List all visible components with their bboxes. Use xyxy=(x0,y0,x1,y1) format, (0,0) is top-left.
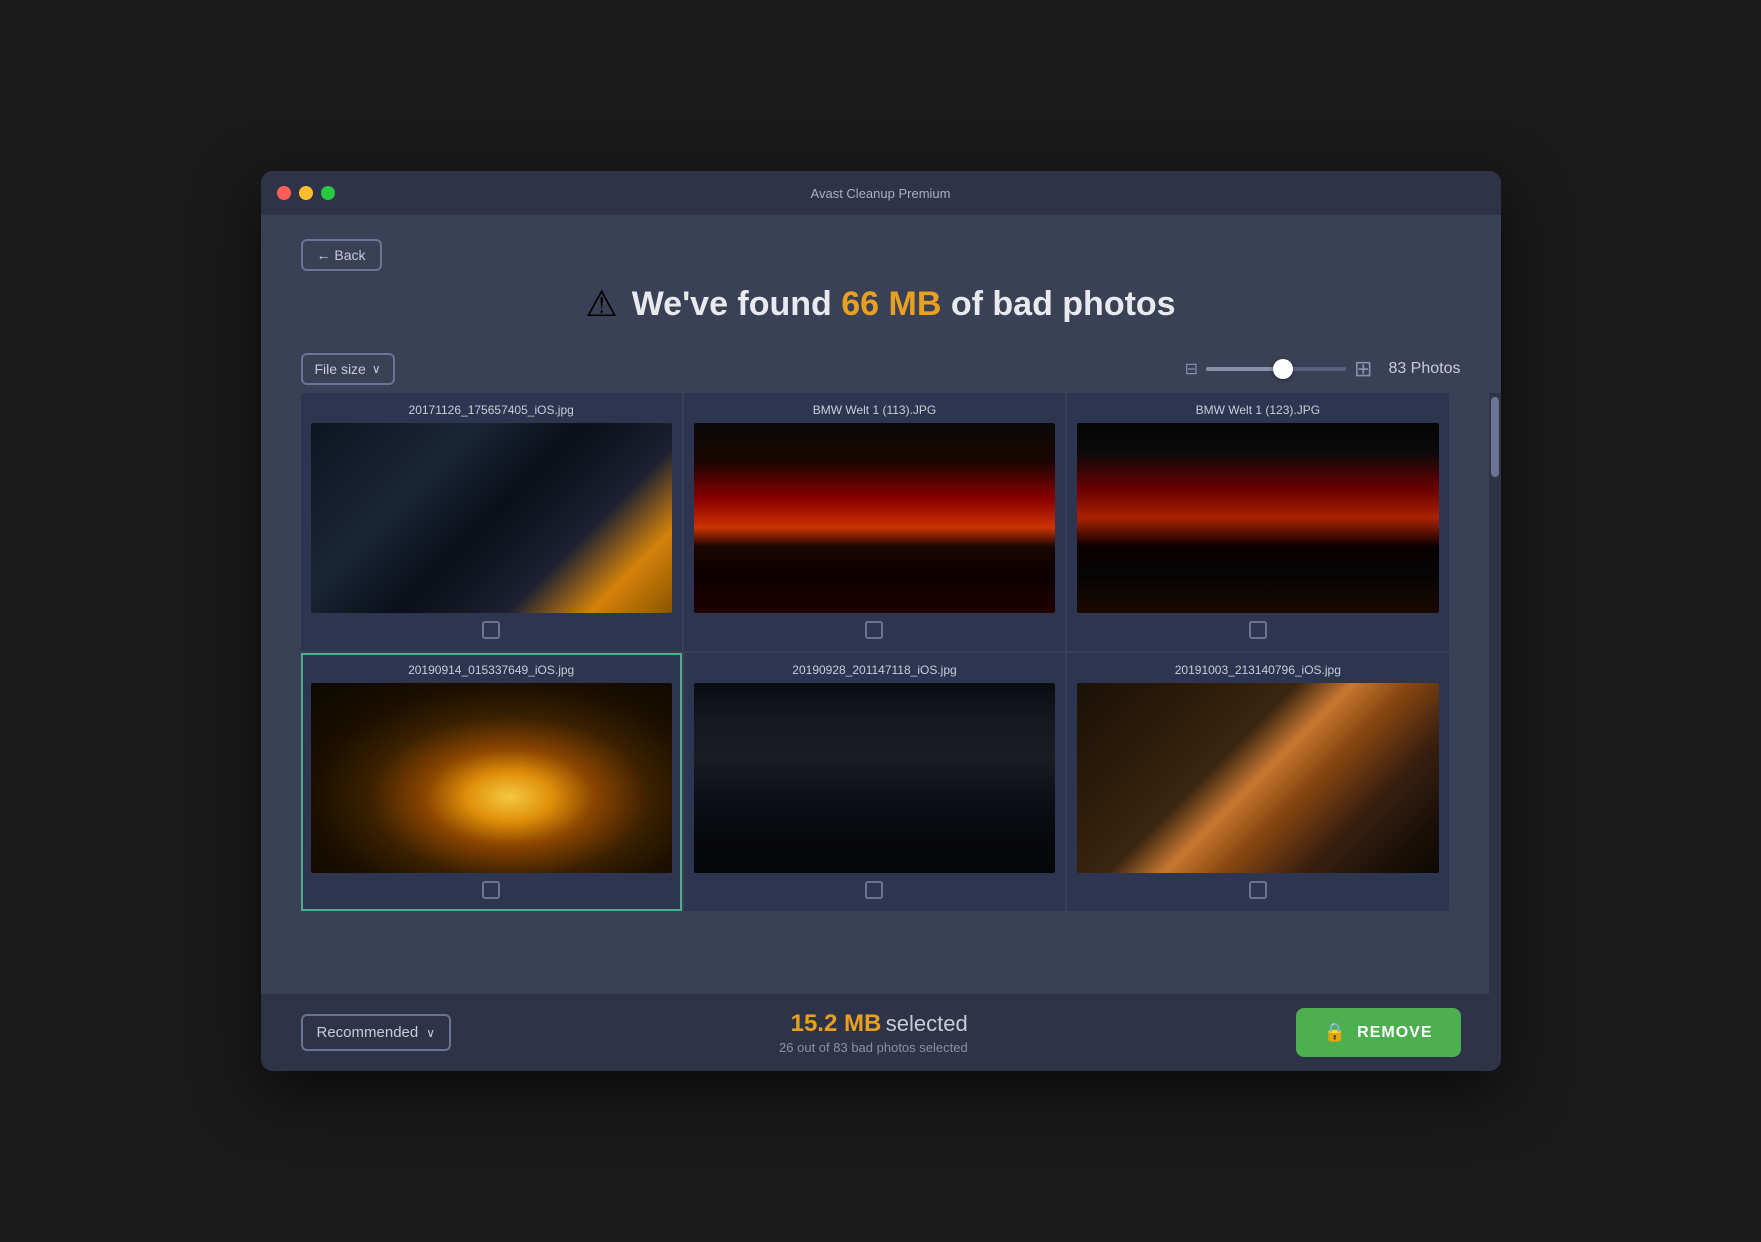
photo-card[interactable]: 20190928_201147118_iOS.jpg xyxy=(684,653,1065,911)
slider-fill xyxy=(1206,367,1283,371)
footer-selection-info: 15.2 MB selected 26 out of 83 bad photos… xyxy=(779,1010,968,1055)
chevron-down-icon: ∨ xyxy=(426,1026,435,1040)
photo-thumbnail xyxy=(311,423,672,613)
photo-checkbox[interactable] xyxy=(1249,621,1267,639)
photo-grid-wrapper: 20171126_175657405_iOS.jpg BMW Welt 1 (11… xyxy=(261,393,1489,994)
photo-filename: BMW Welt 1 (123).JPG xyxy=(1077,403,1438,417)
photo-checkbox[interactable] xyxy=(865,881,883,899)
photo-thumbnail xyxy=(311,683,672,873)
content-area: 20171126_175657405_iOS.jpg BMW Welt 1 (11… xyxy=(261,393,1501,994)
zoom-slider-area: ⊟ ⊞ xyxy=(1185,356,1373,382)
photo-count: 83 Photos xyxy=(1388,360,1460,378)
page-title: We've found 66 MB of bad photos xyxy=(632,285,1176,324)
scrollbar-thumb xyxy=(1491,397,1499,477)
toolbar: File size ∨ ⊟ ⊞ 83 Photos xyxy=(261,341,1501,393)
zoom-out-icon: ⊟ xyxy=(1185,359,1198,379)
scrollbar[interactable] xyxy=(1489,393,1501,994)
photo-checkbox[interactable] xyxy=(1249,881,1267,899)
close-button[interactable] xyxy=(277,186,291,200)
title-suffix: of bad photos xyxy=(941,285,1175,323)
app-window: Avast Cleanup Premium ← Back ⚠ We've fou… xyxy=(261,171,1501,1071)
photo-filename: 20191003_213140796_iOS.jpg xyxy=(1077,663,1438,677)
photo-checkbox[interactable] xyxy=(482,881,500,899)
chevron-down-icon: ∨ xyxy=(372,362,381,376)
photo-filename: 20190914_015337649_iOS.jpg xyxy=(311,663,672,677)
selected-text: selected xyxy=(886,1011,968,1036)
recommended-dropdown[interactable]: Recommended ∨ xyxy=(301,1014,452,1051)
photo-thumbnail xyxy=(694,683,1055,873)
photo-thumbnail xyxy=(694,423,1055,613)
photo-card[interactable]: 20190914_015337649_iOS.jpg xyxy=(301,653,682,911)
photo-thumbnail xyxy=(1077,683,1438,873)
page-title-row: ⚠ We've found 66 MB of bad photos xyxy=(301,283,1461,325)
zoom-slider[interactable] xyxy=(1206,367,1346,371)
photo-filename: 20190928_201147118_iOS.jpg xyxy=(694,663,1055,677)
header-area: ← Back ⚠ We've found 66 MB of bad photos xyxy=(261,215,1501,341)
remove-label: REMOVE xyxy=(1357,1024,1432,1042)
photo-grid: 20171126_175657405_iOS.jpg BMW Welt 1 (11… xyxy=(301,393,1449,911)
toolbar-right: ⊟ ⊞ 83 Photos xyxy=(1185,356,1461,382)
lock-icon: 🔒 xyxy=(1324,1022,1347,1043)
sort-dropdown[interactable]: File size ∨ xyxy=(301,353,395,385)
maximize-button[interactable] xyxy=(321,186,335,200)
photo-checkbox[interactable] xyxy=(865,621,883,639)
back-button[interactable]: ← Back xyxy=(301,239,382,271)
photo-filename: 20171126_175657405_iOS.jpg xyxy=(311,403,672,417)
photo-checkbox[interactable] xyxy=(482,621,500,639)
footer-bar: Recommended ∨ 15.2 MB selected 26 out of… xyxy=(261,994,1501,1071)
photo-card[interactable]: BMW Welt 1 (123).JPG xyxy=(1067,393,1448,651)
photo-card[interactable]: BMW Welt 1 (113).JPG xyxy=(684,393,1065,651)
main-content: ← Back ⚠ We've found 66 MB of bad photos… xyxy=(261,215,1501,994)
window-title: Avast Cleanup Premium xyxy=(811,186,951,201)
traffic-lights xyxy=(277,186,335,200)
photo-thumbnail xyxy=(1077,423,1438,613)
sort-label: File size xyxy=(315,361,366,377)
photo-card[interactable]: 20171126_175657405_iOS.jpg xyxy=(301,393,682,651)
photo-card[interactable]: 20191003_213140796_iOS.jpg xyxy=(1067,653,1448,911)
remove-button[interactable]: 🔒 REMOVE xyxy=(1296,1008,1461,1057)
title-bar: Avast Cleanup Premium xyxy=(261,171,1501,215)
selected-size: 15.2 MB xyxy=(791,1010,882,1037)
title-size: 66 MB xyxy=(841,285,941,323)
zoom-in-icon: ⊞ xyxy=(1354,356,1372,382)
recommended-label: Recommended xyxy=(317,1024,419,1041)
warning-icon: ⚠ xyxy=(585,283,617,325)
slider-thumb xyxy=(1273,359,1293,379)
minimize-button[interactable] xyxy=(299,186,313,200)
selection-detail: 26 out of 83 bad photos selected xyxy=(779,1040,968,1055)
photo-filename: BMW Welt 1 (113).JPG xyxy=(694,403,1055,417)
title-prefix: We've found xyxy=(632,285,842,323)
selected-size-row: 15.2 MB selected xyxy=(779,1010,968,1038)
